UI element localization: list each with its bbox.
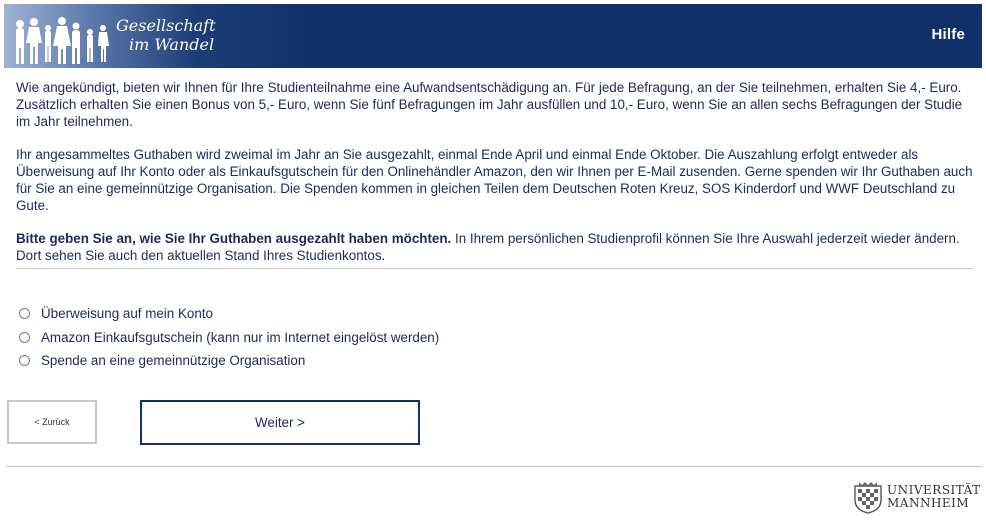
radio-button[interactable] — [19, 331, 30, 343]
university-name: UNIVERSITÄT MANNHEIM — [887, 484, 981, 510]
footer-divider — [6, 466, 982, 467]
brand-logo-text: Gesellschaft im Wandel — [116, 16, 216, 54]
site-header: Gesellschaft im Wandel Hilfe — [4, 4, 982, 68]
intro-paragraph-1: Wie angekündigt, bieten wir Ihnen für Ih… — [16, 80, 963, 129]
brand-line-2: im Wandel — [129, 35, 215, 54]
university-line-2: MANNHEIM — [887, 496, 970, 510]
intro-paragraph-2: Ihr angesammeltes Guthaben wird zweimal … — [16, 147, 973, 213]
option-label[interactable]: Überweisung auf mein Konto — [41, 306, 213, 321]
question-bold: Bitte geben Sie an, wie Sie Ihr Guthaben… — [16, 231, 452, 246]
next-button[interactable]: Weiter > — [140, 400, 420, 445]
radio-button[interactable] — [19, 308, 30, 320]
university-logo: UNIVERSITÄT MANNHEIM — [851, 480, 981, 514]
content-divider — [16, 268, 973, 269]
option-amazon-voucher[interactable]: Amazon Einkaufsgutschein (kann nur im In… — [19, 326, 439, 350]
back-button[interactable]: < Zurück — [7, 400, 97, 444]
payout-options: Überweisung auf mein Konto Amazon Einkau… — [19, 302, 439, 373]
option-bank-transfer[interactable]: Überweisung auf mein Konto — [19, 302, 439, 326]
people-silhouettes-icon — [16, 17, 109, 64]
intro-text: Wie angekündigt, bieten wir Ihnen für Ih… — [16, 79, 976, 264]
brand-line-1: Gesellschaft — [116, 16, 216, 35]
university-crest-icon — [854, 482, 882, 514]
radio-button[interactable] — [19, 355, 30, 367]
option-donation[interactable]: Spende an eine gemeinnützige Organisatio… — [19, 349, 439, 373]
question-paragraph: Bitte geben Sie an, wie Sie Ihr Guthaben… — [16, 230, 976, 264]
option-label[interactable]: Amazon Einkaufsgutschein (kann nur im In… — [41, 330, 439, 345]
help-link[interactable]: Hilfe — [931, 26, 965, 43]
option-label[interactable]: Spende an eine gemeinnützige Organisatio… — [41, 353, 305, 368]
